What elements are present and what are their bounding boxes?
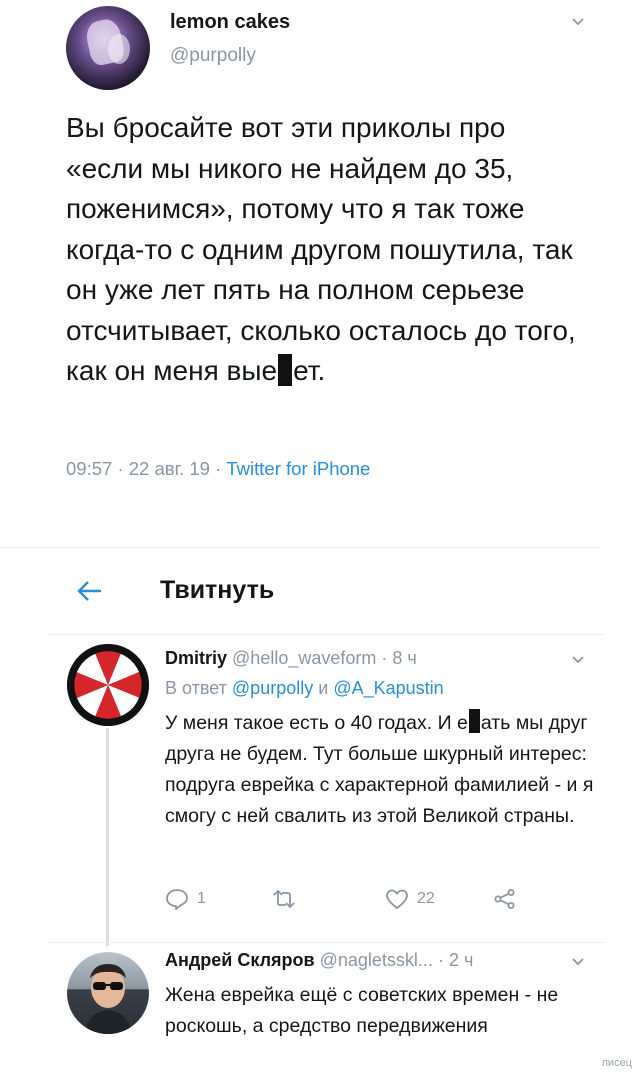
reply-author-handle[interactable]: @nagletsskl... <box>320 950 433 970</box>
censor-block <box>278 354 293 386</box>
person-photo-icon <box>85 964 131 1034</box>
mention-link[interactable]: @purpolly <box>232 678 313 698</box>
chevron-down-icon[interactable] <box>570 652 586 668</box>
tweet-date: 22 авг. 19 <box>128 458 210 479</box>
tweet-meta: 09:57 · 22 авг. 19 · Twitter for iPhone <box>66 458 371 479</box>
retweet-button[interactable] <box>271 888 305 910</box>
heart-icon <box>386 889 408 909</box>
like-button[interactable]: 22 <box>385 888 435 910</box>
divider <box>0 547 600 548</box>
reply-header: Андрей Скляров @nagletsskl... · 2 ч <box>165 950 474 970</box>
umbrella-logo-icon <box>67 644 149 726</box>
tweet-time: 09:57 <box>66 458 113 479</box>
author-avatar[interactable] <box>66 6 150 90</box>
reply-text: У меня такое есть о 40 годах. И е ать мы … <box>165 708 595 832</box>
author-handle[interactable]: @purpolly <box>170 45 256 67</box>
page-title: Твитнуть <box>160 576 275 604</box>
thread-line <box>106 728 109 946</box>
reply-avatar[interactable] <box>67 644 149 726</box>
arrow-left-icon[interactable] <box>76 579 104 603</box>
tweet-actions: 1 22 <box>165 888 525 918</box>
tweet-source-link[interactable]: Twitter for iPhone <box>226 458 370 479</box>
retweet-icon <box>273 889 295 909</box>
reply-author-handle[interactable]: @hello_waveform <box>232 648 376 668</box>
reply-author-name[interactable]: Андрей Скляров <box>165 950 315 970</box>
watermark: писец <box>601 1057 632 1069</box>
reply-avatar[interactable] <box>67 952 149 1034</box>
tweet-text: Вы бросайте вот эти приколы про «если мы… <box>66 112 576 386</box>
reply-icon <box>166 889 188 910</box>
reply-author-name[interactable]: Dmitriy <box>165 648 227 668</box>
share-icon <box>494 889 515 909</box>
mention-link[interactable]: @A_Kapustin <box>333 678 443 698</box>
author-name[interactable]: lemon cakes <box>170 11 290 34</box>
reply-header: Dmitriy @hello_waveform · 8 ч <box>165 648 417 668</box>
chevron-down-icon[interactable] <box>570 954 586 970</box>
reply-time: 2 ч <box>448 950 474 970</box>
censor-block <box>468 709 480 733</box>
reply-button[interactable]: 1 <box>165 888 206 910</box>
reply-to-line: В ответ @purpolly и @A_Kapustin <box>165 678 444 698</box>
chevron-down-icon[interactable] <box>570 14 586 30</box>
divider <box>48 942 604 943</box>
reply-text: Жена еврейка ещё с советских времен - не… <box>165 984 559 1037</box>
reply-time: 8 ч <box>392 648 417 668</box>
share-button[interactable] <box>493 888 517 910</box>
divider <box>48 634 604 635</box>
